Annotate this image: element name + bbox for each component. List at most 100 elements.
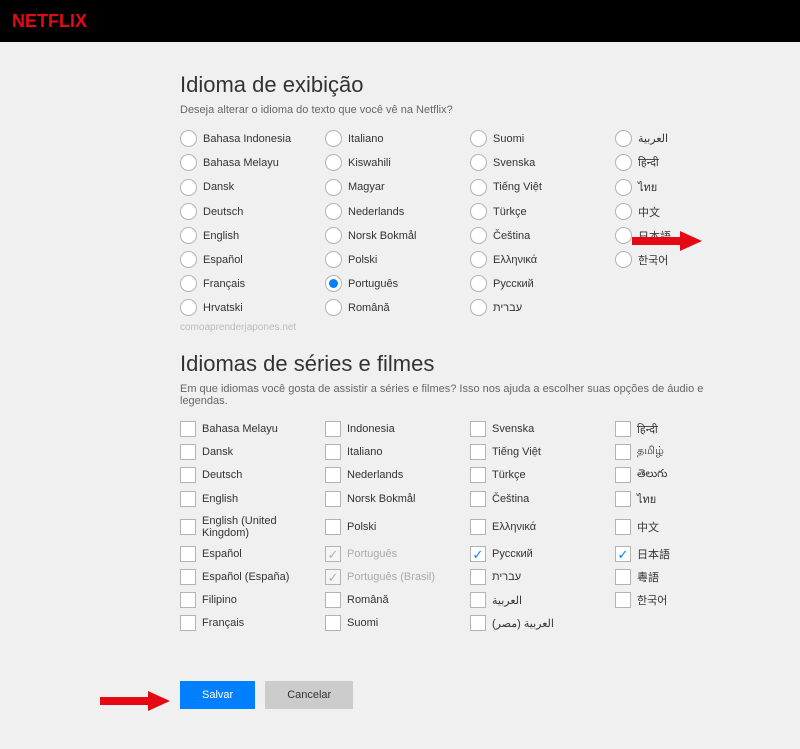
checkbox-icon: [325, 615, 341, 631]
display-language-option[interactable]: Suomi: [470, 130, 605, 147]
display-language-option[interactable]: Türkçe: [470, 203, 605, 220]
content-language-option[interactable]: ✓日本語: [615, 546, 750, 562]
content-language-option[interactable]: Română: [325, 592, 460, 608]
display-language-option[interactable]: 日本語: [615, 227, 750, 244]
option-label: Français: [202, 617, 244, 629]
checkbox-icon: [615, 519, 631, 535]
content-language-option[interactable]: ไทย: [615, 490, 750, 508]
display-language-option[interactable]: العربية: [615, 130, 750, 147]
display-language-option[interactable]: Deutsch: [180, 203, 315, 220]
content-language-option[interactable]: Polski: [325, 515, 460, 539]
display-language-option[interactable]: Português: [325, 275, 460, 292]
display-language-option[interactable]: Ελληνικά: [470, 251, 605, 268]
content-language-option[interactable]: Bahasa Melayu: [180, 421, 315, 437]
radio-icon: [470, 251, 487, 268]
content-language-option[interactable]: Filipino: [180, 592, 315, 608]
option-label: Bahasa Melayu: [203, 157, 279, 169]
radio-icon: [470, 275, 487, 292]
content-language-option[interactable]: Svenska: [470, 421, 605, 437]
display-language-option[interactable]: עברית: [470, 299, 605, 316]
option-label: English (United Kingdom): [202, 515, 315, 539]
display-language-option[interactable]: Čeština: [470, 227, 605, 244]
content-language-option[interactable]: Deutsch: [180, 467, 315, 483]
save-button[interactable]: Salvar: [180, 681, 255, 709]
display-language-option[interactable]: Română: [325, 299, 460, 316]
option-label: Dansk: [203, 181, 234, 193]
option-label: العربية: [638, 132, 668, 145]
display-language-option[interactable]: 한국어: [615, 251, 750, 268]
content-language-option[interactable]: Norsk Bokmål: [325, 490, 460, 508]
content-language-option[interactable]: Ελληνικά: [470, 515, 605, 539]
option-label: Русский: [493, 278, 534, 290]
content-language-option[interactable]: ✓Русский: [470, 546, 605, 562]
content-language-option[interactable]: English (United Kingdom): [180, 515, 315, 539]
display-language-option[interactable]: Русский: [470, 275, 605, 292]
netflix-logo: NETFLIX: [12, 11, 87, 32]
content-language-option[interactable]: עברית: [470, 569, 605, 585]
content-language-option[interactable]: Dansk: [180, 444, 315, 460]
display-language-option[interactable]: 中文: [615, 203, 750, 220]
option-label: Čeština: [492, 493, 529, 505]
radio-icon: [180, 179, 197, 196]
option-label: Español: [203, 254, 243, 266]
content-language-option[interactable]: Tiếng Việt: [470, 444, 605, 460]
display-language-option[interactable]: ไทย: [615, 178, 750, 196]
checkbox-icon: [180, 592, 196, 608]
display-language-option[interactable]: Magyar: [325, 178, 460, 196]
content-language-option[interactable]: 粵語: [615, 569, 750, 585]
content-language-option[interactable]: 中文: [615, 515, 750, 539]
checkbox-icon: [470, 421, 486, 437]
option-label: తెలుగు: [637, 468, 667, 483]
display-language-option[interactable]: Español: [180, 251, 315, 268]
content-language-option[interactable]: English: [180, 490, 315, 508]
content-language-option[interactable]: Indonesia: [325, 421, 460, 437]
display-language-option[interactable]: Svenska: [470, 154, 605, 171]
display-language-option[interactable]: Kiswahili: [325, 154, 460, 171]
content-language-option[interactable]: हिन्दी: [615, 421, 750, 437]
checkbox-icon: [325, 592, 341, 608]
option-label: Română: [347, 594, 389, 606]
content-language-option[interactable]: Nederlands: [325, 467, 460, 483]
display-language-option[interactable]: Polski: [325, 251, 460, 268]
option-label: Nederlands: [348, 206, 404, 218]
content-language-option[interactable]: العربية: [470, 592, 605, 608]
radio-icon: [470, 227, 487, 244]
content-language-option[interactable]: Suomi: [325, 615, 460, 631]
radio-icon: [325, 251, 342, 268]
display-language-option[interactable]: Hrvatski: [180, 299, 315, 316]
content-language-option[interactable]: தமிழ்: [615, 444, 750, 460]
watermark-text: comoaprenderjapones.net: [180, 322, 750, 333]
option-label: हिन्दी: [638, 155, 659, 170]
checkbox-icon: [470, 592, 486, 608]
display-language-option[interactable]: Bahasa Melayu: [180, 154, 315, 171]
content-language-option[interactable]: Čeština: [470, 490, 605, 508]
display-language-option[interactable]: Bahasa Indonesia: [180, 130, 315, 147]
display-language-option[interactable]: Italiano: [325, 130, 460, 147]
content-language-option[interactable]: తెలుగు: [615, 467, 750, 483]
option-label: Čeština: [493, 230, 530, 242]
display-language-option[interactable]: English: [180, 227, 315, 244]
option-label: Magyar: [348, 181, 385, 193]
display-language-option[interactable]: हिन्दी: [615, 154, 750, 171]
content-language-option[interactable]: 한국어: [615, 592, 750, 608]
option-label: Português: [347, 548, 397, 560]
content-language-option[interactable]: Español (España): [180, 569, 315, 585]
radio-icon: [180, 299, 197, 316]
cancel-button[interactable]: Cancelar: [265, 681, 353, 709]
content-language-option[interactable]: Français: [180, 615, 315, 631]
content-language-option[interactable]: Español: [180, 546, 315, 562]
radio-icon: [325, 227, 342, 244]
display-language-option[interactable]: Tiếng Việt: [470, 178, 605, 196]
option-label: 日本語: [637, 546, 670, 562]
checkbox-icon: [325, 491, 341, 507]
display-language-option[interactable]: Dansk: [180, 178, 315, 196]
display-language-option[interactable]: Norsk Bokmål: [325, 227, 460, 244]
option-label: Tiếng Việt: [492, 446, 541, 458]
checkbox-icon: [180, 421, 196, 437]
content-language-option[interactable]: Italiano: [325, 444, 460, 460]
content-language-option[interactable]: العربية (مصر): [470, 615, 605, 631]
display-language-option[interactable]: Nederlands: [325, 203, 460, 220]
display-language-option[interactable]: Français: [180, 275, 315, 292]
option-label: Polski: [347, 521, 376, 533]
content-language-option[interactable]: Türkçe: [470, 467, 605, 483]
